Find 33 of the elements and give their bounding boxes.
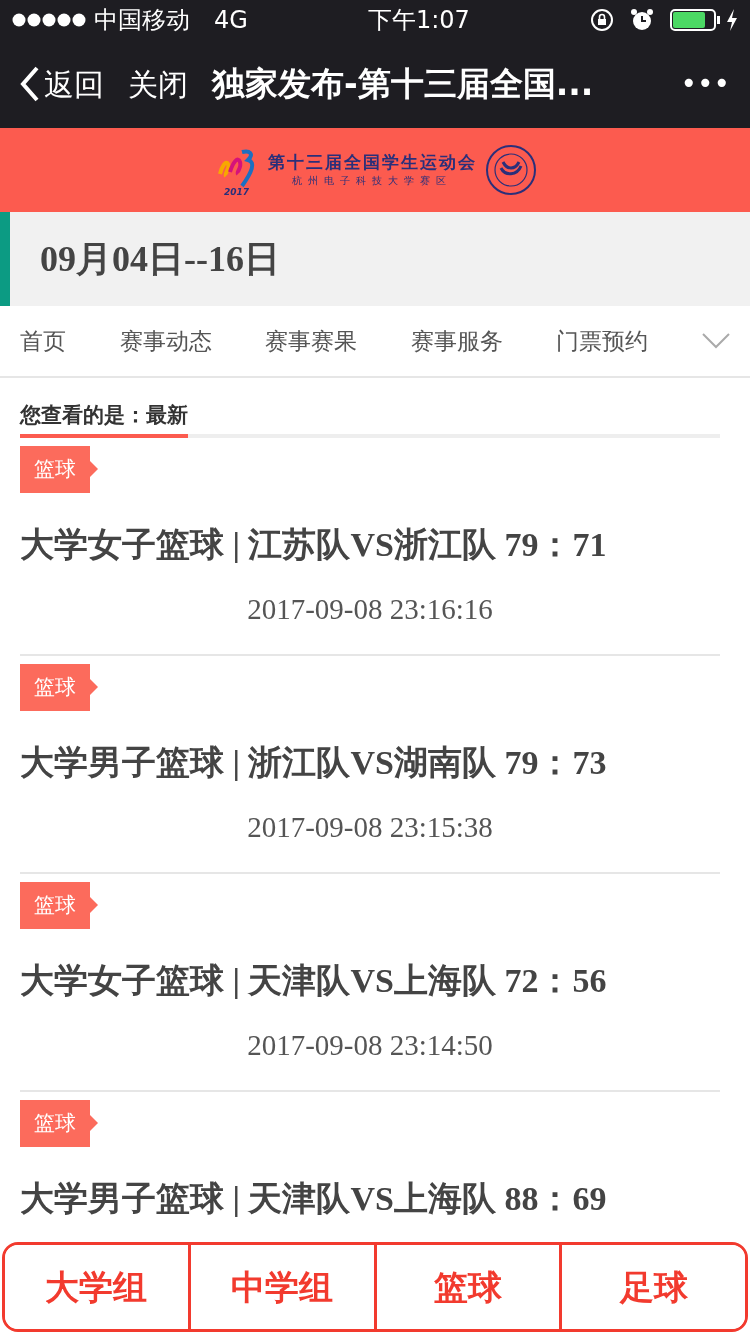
filter-label: 您查看的是：最新 bbox=[20, 400, 188, 438]
signal-icon bbox=[12, 12, 86, 28]
back-chevron-icon bbox=[20, 66, 40, 102]
nav-tab[interactable]: 赛事动态 bbox=[119, 323, 212, 359]
article-time: 2017-09-08 23:16:16 bbox=[246, 592, 494, 627]
nav-tab[interactable]: 门票预约 bbox=[556, 323, 649, 359]
banner-subtitle: 杭州电子科技大学赛区 bbox=[292, 173, 452, 188]
network-type: 4G bbox=[214, 5, 248, 36]
clock-time: 下午1:07 bbox=[368, 6, 470, 34]
bottom-tab[interactable]: 大学组 bbox=[5, 1245, 191, 1329]
article-title[interactable]: 大学男子篮球 | 天津队VS上海队 88：69 bbox=[20, 1173, 720, 1224]
date-range: 09月04日--16日 bbox=[40, 238, 280, 281]
article-time: 2017-09-08 23:15:38 bbox=[246, 810, 494, 845]
article-time: 2017-09-08 23:14:50 bbox=[246, 1028, 494, 1063]
rotation-lock-icon bbox=[590, 8, 614, 32]
banner-title: 第十三届全国学生运动会 bbox=[267, 152, 477, 173]
article-title[interactable]: 大学男子篮球 | 浙江队VS湖南队 79：73 bbox=[20, 737, 720, 788]
page-title: 独家发布-第十三届全国... bbox=[212, 63, 595, 106]
battery-icon bbox=[670, 8, 722, 32]
carrier-name: 中国移动 bbox=[94, 5, 190, 36]
nav-tab[interactable]: 首页 bbox=[20, 323, 66, 359]
back-button[interactable]: 返回 bbox=[20, 61, 104, 107]
article-title[interactable]: 大学女子篮球 | 江苏队VS浙江队 79：71 bbox=[20, 519, 720, 570]
close-button[interactable]: 关闭 bbox=[128, 61, 188, 107]
logo-year: 2017 bbox=[223, 187, 250, 197]
nav-tab[interactable]: 赛事服务 bbox=[410, 323, 503, 359]
article-title[interactable]: 大学女子篮球 | 天津队VS上海队 72：56 bbox=[20, 955, 720, 1006]
charging-icon bbox=[726, 8, 738, 32]
alarm-icon bbox=[630, 8, 654, 32]
university-emblem-icon bbox=[484, 144, 537, 196]
more-button[interactable]: ••• bbox=[680, 63, 730, 105]
expand-chevron-icon bbox=[701, 333, 730, 349]
nav-tab[interactable]: 赛事赛果 bbox=[265, 323, 358, 359]
